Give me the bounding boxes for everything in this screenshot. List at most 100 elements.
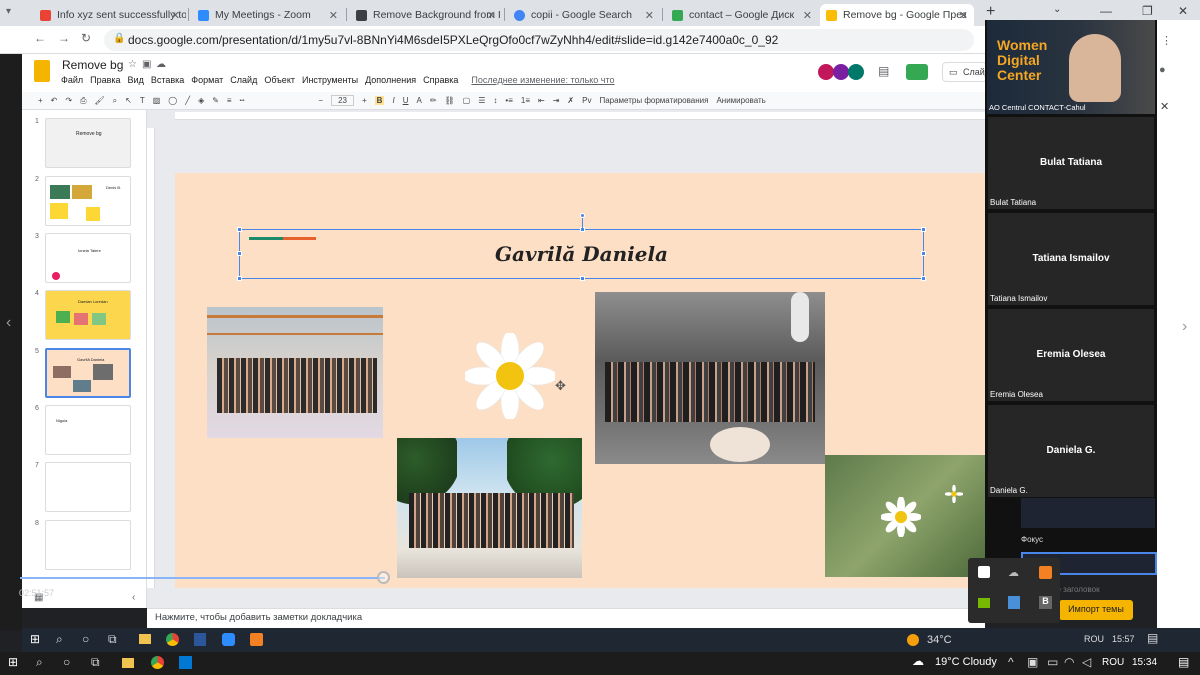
indent-increase-icon[interactable]: ⇥ [553, 96, 560, 105]
new-slide-icon[interactable]: + [38, 96, 43, 105]
windows-start-icon[interactable]: ⊞ [8, 655, 18, 669]
border-color-icon[interactable]: ✎ [212, 96, 219, 105]
notification-icon[interactable]: ▤ [1178, 655, 1189, 669]
comment-add-icon[interactable]: ▢ [463, 96, 471, 105]
media-player-icon[interactable] [179, 656, 192, 669]
browser-tab-active[interactable]: Remove bg - Google През ✕ [820, 4, 974, 26]
resize-handle[interactable] [237, 227, 242, 232]
fill-color-icon[interactable]: ◈ [198, 96, 204, 105]
import-theme-button[interactable]: Импорт темы [1059, 600, 1133, 620]
close-tab-icon[interactable]: ✕ [329, 9, 338, 22]
undo-icon[interactable]: ↶ [51, 96, 58, 105]
resize-handle[interactable] [237, 251, 242, 256]
speaker-notes[interactable]: Нажмите, чтобы добавить заметки докладчи… [147, 608, 985, 628]
inner-clock[interactable]: 15:57 [1112, 634, 1135, 644]
menu-addons[interactable]: Дополнения [365, 75, 416, 85]
avatar[interactable] [848, 64, 864, 80]
cloud-off-icon[interactable]: ☁ [1008, 566, 1019, 579]
font-size-increase-icon[interactable]: + [362, 96, 367, 105]
close-tab-icon[interactable]: ✕ [487, 9, 496, 22]
daisy-field-photo[interactable] [825, 455, 985, 577]
print-icon[interactable]: ⎙ [80, 96, 86, 106]
video-progress-thumb[interactable] [377, 571, 390, 584]
close-tab-icon[interactable]: ✕ [959, 9, 968, 22]
image-icon[interactable]: ▨ [153, 96, 161, 105]
link-icon[interactable]: ⛓ [445, 96, 455, 105]
avatar[interactable] [833, 64, 849, 80]
minimize-icon[interactable]: — [1100, 4, 1112, 18]
restore-icon[interactable]: ❐ [1142, 4, 1153, 18]
file-explorer-icon[interactable] [139, 634, 151, 644]
slide-thumbnail[interactable] [45, 520, 131, 570]
app-tray-icon[interactable] [1039, 566, 1052, 579]
border-dash-icon[interactable]: ┅ [240, 96, 245, 105]
slide-thumbnail[interactable]: Remove bg [45, 118, 131, 168]
format-options-button[interactable]: Параметры форматирования [599, 96, 708, 105]
volume-icon[interactable]: ◁ [1082, 655, 1091, 669]
outer-weather[interactable]: 19°C Cloudy [935, 656, 997, 668]
browser-tab[interactable]: copii - Google Search ✕ [508, 4, 660, 26]
task-view-icon[interactable]: ⧉ [108, 632, 117, 647]
tab-list-icon[interactable]: ⌄ [1053, 4, 1061, 15]
text-color-icon[interactable]: A [416, 96, 421, 105]
video-progress-bar[interactable] [20, 577, 385, 579]
battery-icon[interactable]: ▭ [1047, 655, 1058, 669]
slide-thumbnail[interactable]: Nigula [45, 405, 131, 455]
more-menu-icon[interactable]: ⋮ [1161, 34, 1172, 47]
input-tools-icon[interactable]: Pv [582, 96, 591, 105]
cortana-icon[interactable]: ○ [63, 655, 70, 669]
network-app-icon[interactable] [1008, 596, 1020, 609]
numbered-list-icon[interactable]: 1≡ [521, 96, 530, 105]
font-size-input[interactable]: 23 [331, 95, 354, 106]
zoom-icon[interactable]: ⌕ [113, 96, 117, 106]
title-textbox[interactable]: Gavrilă Daniela [237, 227, 926, 281]
speaker-video-tile[interactable]: Women Digital Center AO Centrul CONTACT-… [987, 20, 1155, 114]
present-button[interactable]: ▭ Слайд [942, 62, 990, 82]
browser-tab[interactable]: Remove Background from I ✕ [350, 4, 502, 26]
collapse-panel-icon[interactable]: ‹ [132, 592, 135, 603]
daisy-image[interactable] [465, 333, 555, 419]
highlight-icon[interactable]: ✏ [430, 96, 437, 105]
inner-language[interactable]: ROU [1084, 634, 1104, 644]
menu-edit[interactable]: Правка [90, 75, 120, 85]
group-photo-building[interactable] [595, 292, 825, 464]
back-icon[interactable]: ← [34, 31, 46, 45]
participant-tile[interactable]: Bulat Tatiana Bulat Tatiana [987, 116, 1155, 210]
close-tab-icon[interactable]: ✕ [803, 9, 812, 22]
group-photo-venue[interactable] [207, 307, 383, 438]
file-explorer-icon[interactable] [122, 658, 134, 668]
outer-clock[interactable]: 15:34 [1132, 657, 1157, 668]
bold-icon[interactable]: B [374, 96, 385, 105]
line-spacing-icon[interactable]: ↕ [493, 96, 497, 105]
url-input[interactable]: 🔒 docs.google.com/presentation/d/1my5u7v… [104, 29, 974, 51]
nvidia-icon[interactable] [978, 598, 990, 608]
doc-title[interactable]: Remove bg [62, 58, 123, 72]
indent-decrease-icon[interactable]: ⇤ [538, 96, 545, 105]
outer-language[interactable]: ROU [1102, 657, 1124, 668]
meet-icon[interactable] [906, 64, 928, 80]
select-icon[interactable]: ↖ [125, 96, 132, 105]
close-window-icon[interactable]: ✕ [1178, 4, 1188, 18]
windows-start-icon[interactable]: ⊞ [30, 632, 40, 646]
inner-weather[interactable]: 34°C [927, 634, 952, 646]
browser-tab[interactable]: contact – Google Диск ✕ [666, 4, 818, 26]
bluetooth-app-icon[interactable]: B [1039, 596, 1052, 609]
resize-handle[interactable] [921, 276, 926, 281]
participant-tile[interactable]: Tatiana Ismailov Tatiana Ismailov [987, 212, 1155, 306]
new-tab-icon[interactable]: + [986, 3, 995, 21]
tray-app-icon[interactable]: ▣ [1027, 655, 1038, 669]
word-icon[interactable] [194, 633, 206, 646]
app-icon[interactable] [250, 633, 263, 646]
clear-format-icon[interactable]: ✗ [567, 96, 574, 105]
close-tab-icon[interactable]: ✕ [645, 9, 654, 22]
star-icon[interactable]: ☆ [128, 59, 137, 70]
comment-icon[interactable]: ▤ [878, 64, 889, 78]
theme-thumbnail[interactable] [1021, 498, 1155, 528]
tab-search-icon[interactable]: ▾ [6, 6, 11, 17]
menu-format[interactable]: Формат [191, 75, 223, 85]
close-tab-icon[interactable]: ✕ [171, 9, 180, 22]
bulleted-list-icon[interactable]: •≡ [505, 96, 512, 105]
forward-icon[interactable]: → [58, 31, 70, 45]
search-icon[interactable]: ⌕ [36, 655, 43, 670]
participant-tile[interactable]: Daniela G. Daniela G. [987, 404, 1155, 498]
